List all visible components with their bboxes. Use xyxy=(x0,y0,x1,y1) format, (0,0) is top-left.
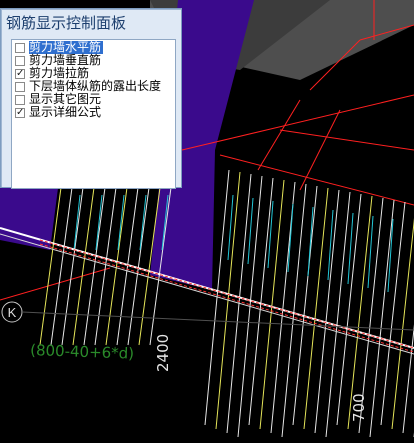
rebar-vertical xyxy=(369,199,395,438)
option-row[interactable]: ✓ 显示详细公式 xyxy=(12,106,175,119)
rebar-cyan xyxy=(95,194,103,251)
option-checkbox[interactable]: ✓ xyxy=(15,68,25,79)
wall-panel-small xyxy=(0,188,58,250)
option-label: 显示详细公式 xyxy=(29,105,102,119)
rebar-vertical xyxy=(380,201,406,426)
dimension-700: 700 xyxy=(350,393,368,422)
rebar-cyan xyxy=(267,200,274,269)
option-checkbox[interactable] xyxy=(15,55,25,66)
rebar-vertical xyxy=(325,191,351,438)
option-checkbox[interactable] xyxy=(15,42,25,53)
option-checkbox[interactable]: ✓ xyxy=(15,107,25,118)
rebar-cyan xyxy=(139,194,147,251)
rebar-vertical xyxy=(127,179,151,346)
rebar-cyan xyxy=(307,206,314,277)
dimension-2400: 2400 xyxy=(154,334,172,372)
rebar-vertical xyxy=(72,179,96,346)
rebar-cyan xyxy=(287,203,294,273)
rebar-cyan xyxy=(347,212,354,285)
panel-title: 钢筋显示控制面板 xyxy=(6,14,127,32)
rebar-vertical xyxy=(314,189,340,434)
axis-label: K xyxy=(8,305,17,320)
rebar-vertical xyxy=(336,193,362,426)
rebar-cyan xyxy=(327,209,334,281)
rebar-vertical xyxy=(391,218,414,430)
rebar-cyan xyxy=(117,194,125,251)
rebar-formula-annotation: (800-40+6*d) xyxy=(30,341,135,363)
option-list: 剪力墙水平筋 剪力墙垂直筋 ✓ 剪力墙拉筋 下层墙体纵筋的露出长度 显示其它图元 ✓ 显示详细… xyxy=(11,39,176,189)
axis-leader xyxy=(21,311,414,331)
rebar-vertical xyxy=(292,185,318,426)
option-checkbox[interactable] xyxy=(15,94,25,105)
rebar-display-control-panel: 钢筋显示控制面板 剪力墙水平筋 剪力墙垂直筋 ✓ 剪力墙拉筋 下层墙体纵筋的露出长度 显示… xyxy=(0,8,182,189)
rebar-vertical xyxy=(303,187,329,430)
rebar-cyan xyxy=(73,194,81,251)
rebar-cyan xyxy=(247,197,254,265)
option-checkbox[interactable] xyxy=(15,81,25,92)
rebar-vertical xyxy=(61,179,85,346)
